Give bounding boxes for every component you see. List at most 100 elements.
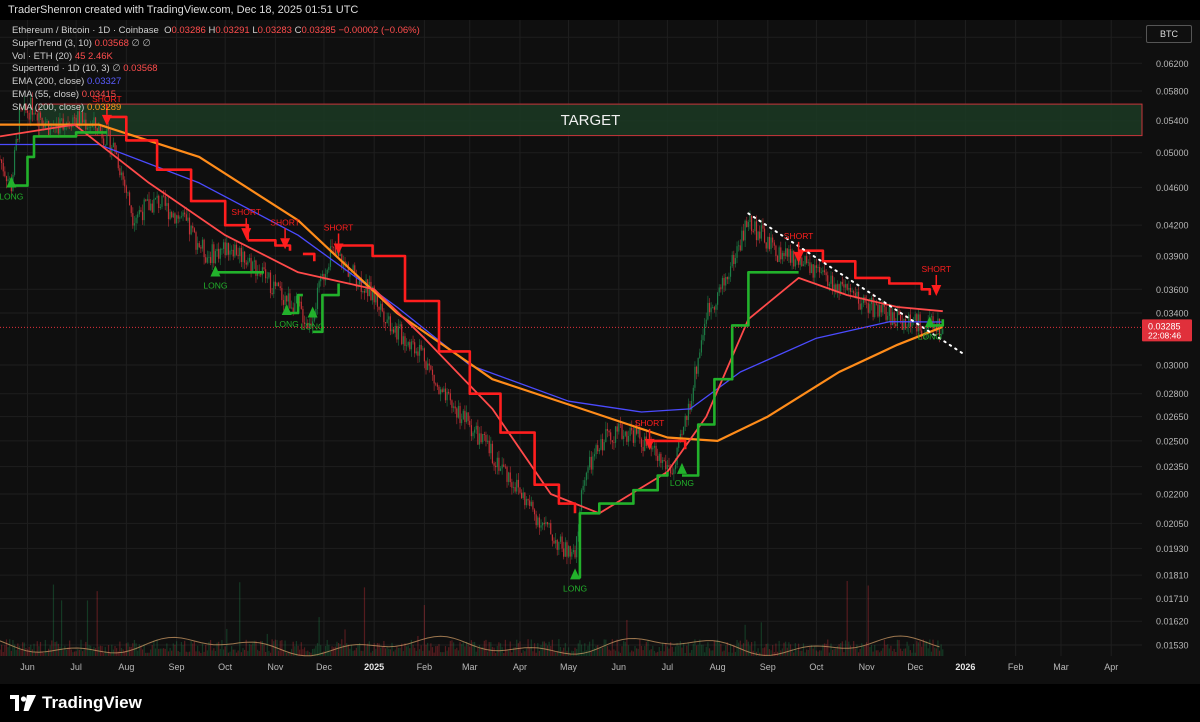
legend-supertrend1[interactable]: SuperTrend (3, 10) 0.03568 ∅ ∅ [12, 38, 420, 51]
volume-bar [788, 642, 790, 656]
volume-bar [9, 639, 11, 656]
volume-bar [595, 645, 597, 656]
volume-bar [391, 642, 393, 656]
candle-body [284, 295, 286, 305]
volume-bar [237, 650, 239, 656]
currency-button[interactable]: BTC [1146, 25, 1192, 43]
y-tick-label: 0.01530 [1156, 640, 1189, 650]
x-tick-label: Aug [118, 662, 134, 672]
legend-supertrend2[interactable]: Supertrend · 1D (10, 3) ∅ 0.03568 [12, 63, 420, 76]
volume-bar [721, 651, 724, 656]
x-tick-label: Feb [417, 662, 433, 672]
candle-body [707, 302, 709, 320]
candle-body [823, 270, 826, 273]
candle-body [867, 303, 869, 313]
volume-bar [555, 652, 557, 656]
volume-bar [934, 647, 936, 656]
volume-bar [7, 647, 9, 656]
volume-bar [485, 639, 487, 656]
candle-body [538, 517, 541, 528]
candle-body [391, 329, 393, 332]
price-chart[interactable]: 0.066000.062000.058000.054000.050000.046… [0, 20, 1200, 684]
volume-bar [872, 651, 874, 656]
volume-bar [107, 645, 110, 656]
candle-body [182, 212, 184, 217]
volume-bar [704, 652, 706, 656]
chart-area[interactable]: 0.066000.062000.058000.054000.050000.046… [0, 20, 1200, 684]
volume-bar [634, 645, 636, 656]
volume-bar [882, 648, 884, 656]
candle-body [208, 257, 210, 258]
candle-body [632, 430, 634, 443]
legend-sma200[interactable]: SMA (200, close) 0.03289 [12, 102, 420, 115]
volume-bar [39, 641, 42, 656]
volume-bar [43, 652, 45, 656]
tradingview-brand[interactable]: TradingView [10, 693, 142, 713]
candle-body [503, 464, 505, 467]
candle-body [132, 213, 134, 226]
candle-body [83, 119, 85, 123]
volume-bar [916, 640, 918, 656]
candle-body [443, 388, 445, 393]
candle-body [250, 257, 252, 272]
volume-bar [733, 645, 735, 656]
volume-bar [281, 640, 283, 656]
candle-body [804, 256, 806, 265]
volume-bar [749, 645, 751, 656]
credit-text: TraderShenron created with TradingView.c… [8, 4, 359, 16]
candle-body [302, 308, 304, 323]
y-tick-label: 0.06200 [1156, 59, 1189, 69]
volume-bar [271, 639, 273, 656]
candle-body [441, 389, 443, 393]
volume-bar [242, 648, 244, 656]
volume-bar [533, 643, 536, 656]
long-signal-label: LONG [918, 331, 942, 341]
volume-bar [773, 651, 775, 656]
volume-bar [91, 651, 93, 656]
candle-body [138, 210, 140, 215]
volume-bar [394, 649, 396, 656]
candle-body [537, 517, 539, 526]
volume-bar [214, 651, 217, 656]
candle-body [146, 199, 149, 201]
candle-body [601, 439, 604, 451]
volume-bar [286, 652, 288, 656]
candle-body [603, 442, 605, 451]
candle-body [891, 312, 894, 326]
symbol-name[interactable]: Ethereum / Bitcoin · 1D · Coinbase [12, 25, 159, 36]
legend-symbol-row: Ethereum / Bitcoin · 1D · Coinbase O0.03… [12, 25, 420, 36]
candle-body [88, 127, 90, 129]
volume-bar [344, 629, 346, 656]
volume-bar [828, 652, 830, 656]
candle-body [642, 447, 644, 451]
volume-bar [864, 645, 866, 656]
candle-body [269, 272, 272, 293]
legend-ema200[interactable]: EMA (200, close) 0.03327 [12, 76, 420, 89]
volume-bar [393, 651, 395, 656]
volume-bar [574, 647, 576, 656]
candle-body [141, 211, 144, 221]
candle-body [506, 467, 508, 482]
volume-bar [376, 643, 379, 656]
legend-ema55[interactable]: EMA (55, close) 0.03415 [12, 89, 420, 102]
candle-body [380, 303, 382, 310]
candle-body [75, 117, 77, 124]
candle-body [491, 443, 494, 464]
volume-bar [861, 643, 863, 656]
volume-bar [551, 639, 553, 656]
candle-body [148, 199, 150, 211]
candle-body [224, 242, 226, 256]
volume-bar [420, 645, 422, 656]
volume-bar [908, 645, 910, 656]
candle-body [452, 406, 455, 408]
candle-body [289, 293, 291, 309]
volume-bar [700, 644, 702, 656]
volume-bar [673, 651, 675, 656]
volume-bar [378, 643, 380, 656]
credit-bar: TraderShenron created with TradingView.c… [0, 0, 1200, 20]
legend-volume[interactable]: Vol · ETH (20) 45 2.46K [12, 51, 420, 64]
candle-body [738, 245, 740, 247]
volume-bar [464, 646, 466, 656]
volume-bar [601, 647, 604, 656]
candle-body [533, 509, 536, 515]
